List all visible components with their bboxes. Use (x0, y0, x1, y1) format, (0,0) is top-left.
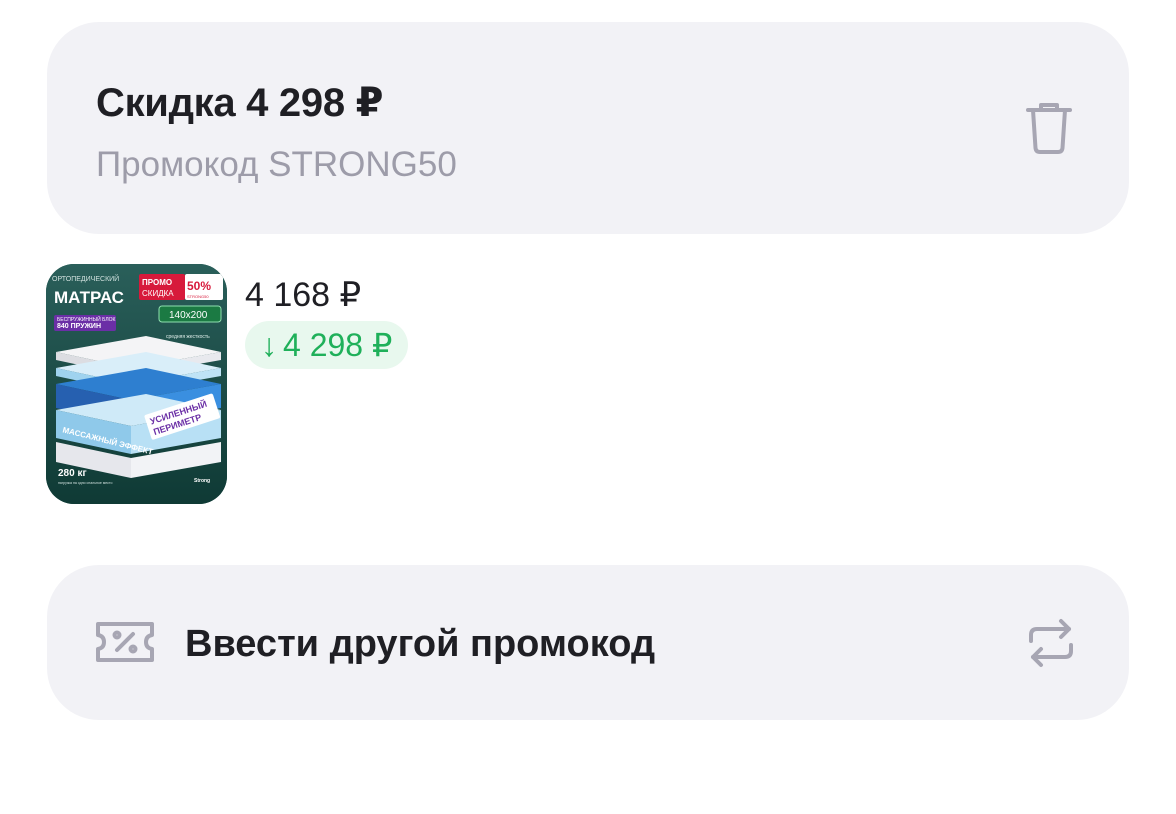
image-weight: 280 кг (58, 468, 87, 479)
image-promo-label-2: СКИДКА (142, 289, 174, 298)
image-firmness: средняя жесткость (166, 334, 210, 340)
mattress-illustration: ОРТОПЕДИЧЕСКИЙ МАТРАС ПРОМО СКИДКА 50% S… (46, 264, 227, 504)
image-weight-note: нагрузка на одно спальное место (58, 481, 112, 485)
promo-code-subtitle: Промокод STRONG50 (96, 145, 457, 184)
promo-discount-title: Скидка 4 298 ₽ (96, 81, 384, 125)
promo-page: Скидка 4 298 ₽ Промокод STRONG50 ОРТОПЕД… (0, 0, 1176, 814)
image-promo-label-1: ПРОМО (142, 278, 172, 287)
enter-other-promo-label: Ввести другой промокод (185, 623, 656, 665)
image-promo-code: STRONG50 (187, 294, 209, 299)
discount-amount: 4 298 ₽ (283, 327, 393, 363)
image-springs: 840 ПРУЖИН (57, 323, 101, 330)
swap-icon (1029, 619, 1073, 667)
product-image[interactable]: ОРТОПЕДИЧЕСКИЙ МАТРАС ПРОМО СКИДКА 50% S… (46, 264, 227, 504)
discount-badge: ↓ 4 298 ₽ (245, 321, 409, 369)
arrow-down-icon: ↓ (261, 326, 277, 363)
product-item: ОРТОПЕДИЧЕСКИЙ МАТРАС ПРОМО СКИДКА 50% S… (46, 264, 646, 504)
image-name-text: МАТРАС (54, 288, 124, 307)
remove-promo-button[interactable] (1019, 98, 1079, 158)
image-promo-percent: 50% (187, 279, 211, 293)
image-category-text: ОРТОПЕДИЧЕСКИЙ (52, 274, 119, 283)
image-brand: Strong (194, 478, 210, 484)
product-price: 4 168 ₽ (245, 276, 362, 314)
trash-icon (1026, 103, 1072, 154)
image-block-type: БЕСПРУЖИННЫЙ БЛОК (57, 315, 116, 323)
enter-other-promo-button[interactable]: Ввести другой промокод (47, 565, 1129, 720)
applied-promo-card: Скидка 4 298 ₽ Промокод STRONG50 (47, 22, 1129, 234)
image-size: 140x200 (169, 310, 208, 321)
coupon-icon (96, 622, 154, 662)
